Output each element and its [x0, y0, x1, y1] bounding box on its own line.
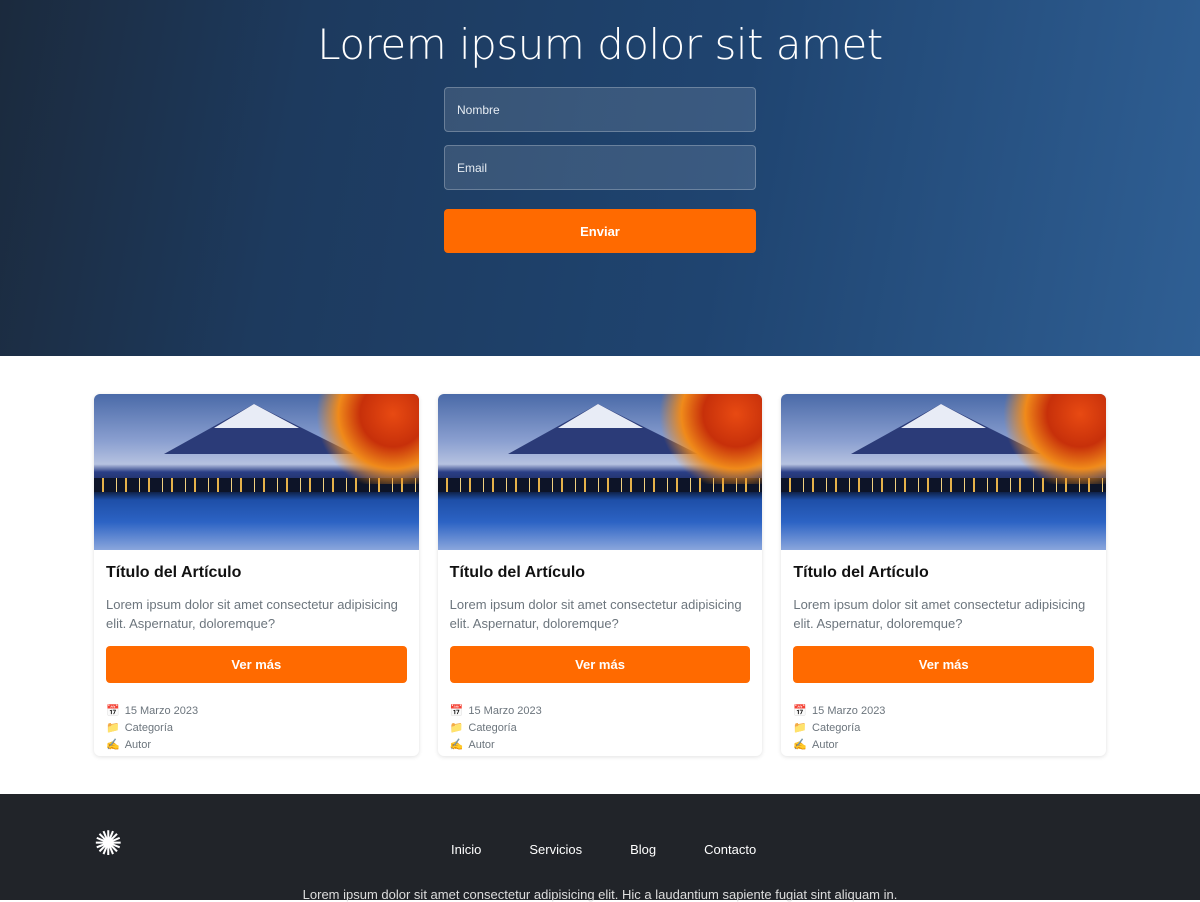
article-author: Autor — [812, 739, 839, 751]
read-more-button[interactable]: Ver más — [793, 646, 1095, 683]
article-cards: Título del Artículo Lorem ipsum dolor si… — [0, 356, 1200, 794]
article-image — [781, 394, 1107, 550]
article-card: Título del Artículo Lorem ipsum dolor si… — [437, 394, 763, 756]
article-image — [437, 394, 763, 550]
name-input[interactable] — [444, 87, 756, 132]
article-meta: 📅 15 Marzo 2023 📁 Categoría ✍ Autor — [450, 703, 751, 754]
calendar-icon: 📅 — [106, 705, 120, 717]
footer: ✺ Inicio Servicios Blog Contacto Lorem i… — [0, 794, 1200, 902]
article-meta: 📅 15 Marzo 2023 📁 Categoría ✍ Autor — [106, 703, 407, 754]
folder-icon: 📁 — [449, 722, 464, 734]
nav-blog[interactable]: Blog — [630, 842, 656, 857]
article-date: 15 Marzo 2023 — [468, 705, 542, 717]
article-title: Título del Artículo — [106, 564, 242, 581]
article-category: Categoría — [468, 722, 517, 734]
article-excerpt: Lorem ipsum dolor sit amet consectetur a… — [793, 597, 1086, 631]
article-image — [94, 394, 419, 550]
writing-hand-icon: ✍ — [793, 739, 808, 751]
calendar-icon: 📅 — [449, 705, 464, 717]
article-excerpt: Lorem ipsum dolor sit amet consectetur a… — [449, 597, 742, 631]
calendar-icon: 📅 — [793, 705, 808, 717]
article-card: Título del Artículo Lorem ipsum dolor si… — [94, 394, 419, 756]
writing-hand-icon: ✍ — [449, 739, 464, 751]
article-category: Categoría — [124, 722, 174, 734]
footer-nav: Inicio Servicios Blog Contacto — [451, 842, 804, 857]
folder-icon: 📁 — [106, 722, 120, 734]
article-excerpt: Lorem ipsum dolor sit amet consectetur a… — [106, 597, 398, 631]
article-author: Autor — [124, 739, 151, 751]
article-category: Categoría — [812, 722, 861, 734]
hero-section: Lorem ipsum dolor sit amet Enviar — [0, 0, 1200, 356]
read-more-button[interactable]: Ver más — [449, 646, 751, 683]
article-card: Título del Artículo Lorem ipsum dolor si… — [781, 394, 1107, 756]
article-date: 15 Marzo 2023 — [124, 705, 199, 717]
folder-icon: 📁 — [793, 722, 808, 734]
hero-title: Lorem ipsum dolor sit amet — [317, 20, 883, 69]
writing-hand-icon: ✍ — [106, 739, 120, 751]
nav-inicio[interactable]: Inicio — [451, 842, 481, 857]
article-author: Autor — [468, 739, 495, 751]
submit-button[interactable]: Enviar — [444, 209, 756, 253]
article-title: Título del Artículo — [793, 564, 929, 581]
flower-logo-icon: ✺ — [94, 825, 123, 863]
article-meta: 📅 15 Marzo 2023 📁 Categoría ✍ Autor — [793, 703, 1094, 754]
nav-contacto[interactable]: Contacto — [704, 842, 756, 857]
article-title: Título del Artículo — [449, 564, 586, 581]
article-date: 15 Marzo 2023 — [812, 705, 886, 717]
email-input[interactable] — [444, 145, 756, 190]
read-more-button[interactable]: Ver más — [106, 646, 407, 683]
nav-servicios[interactable]: Servicios — [529, 842, 582, 857]
